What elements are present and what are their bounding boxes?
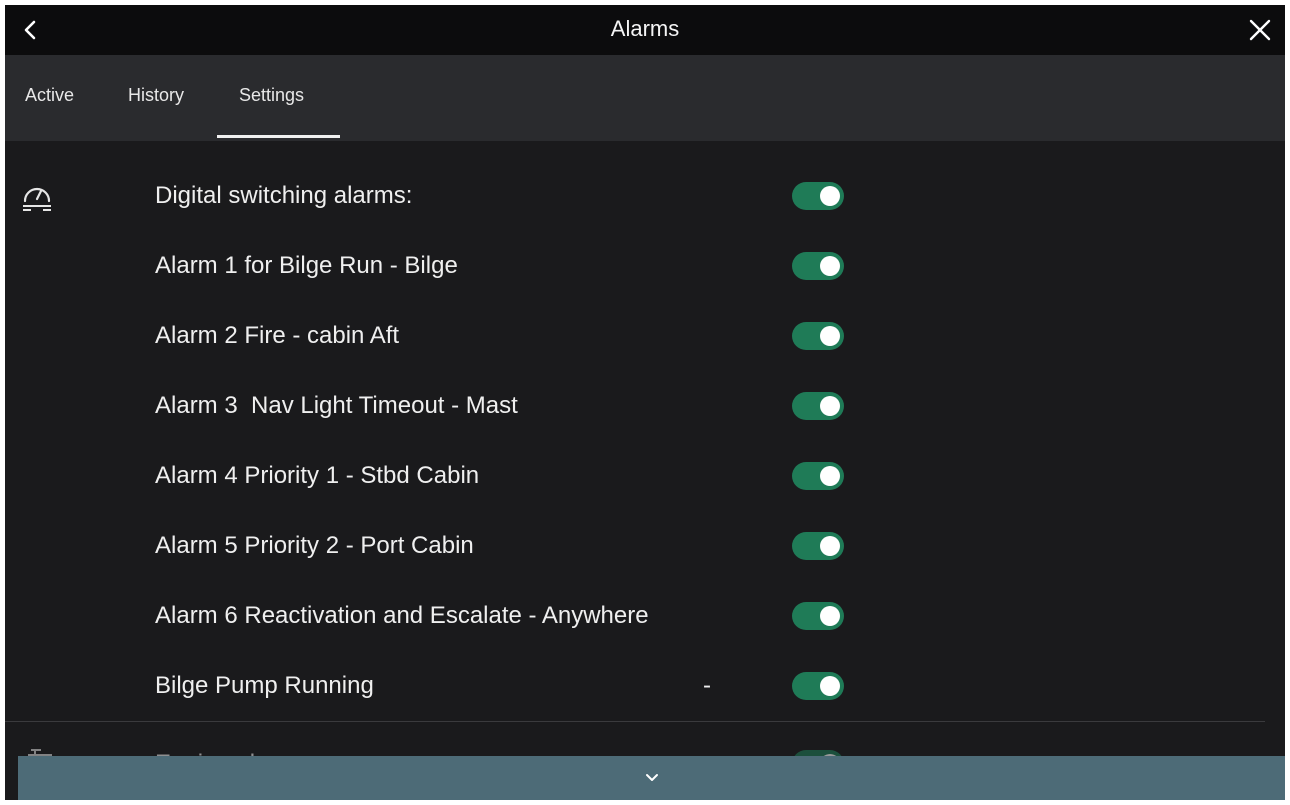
setting-row-alarm-6: Alarm 6 Reactivation and Escalate - Anyw… <box>155 591 855 641</box>
title-bar: Alarms <box>5 5 1285 55</box>
tab-bar: Active History Settings <box>5 55 1285 141</box>
close-button[interactable] <box>1243 13 1277 47</box>
row-label: Alarm 5 Priority 2 - Port Cabin <box>155 532 474 559</box>
setting-row-alarm-1: Alarm 1 for Bilge Run - Bilge <box>155 241 855 291</box>
close-icon <box>1249 19 1271 41</box>
row-label: Alarm 1 for Bilge Run - Bilge <box>155 252 458 279</box>
setting-row-alarm-5: Alarm 5 Priority 2 - Port Cabin <box>155 521 855 571</box>
tab-history[interactable]: History <box>128 85 184 106</box>
chevron-down-icon <box>645 774 658 781</box>
row-label: Alarm 3 Nav Light Timeout - Mast <box>155 392 518 419</box>
row-label: Alarm 2 Fire - cabin Aft <box>155 322 400 349</box>
toggle-knob <box>820 536 840 556</box>
setting-row-bilge-pump: Bilge Pump Running - <box>155 661 855 711</box>
toggle-knob <box>820 676 840 696</box>
digital-switching-toggle[interactable] <box>792 182 844 210</box>
selected-tab-indicator <box>217 135 340 138</box>
alarm-1-toggle[interactable] <box>792 252 844 280</box>
section-divider <box>5 721 1265 722</box>
setting-row-alarm-2: Alarm 2 Fire - cabin Aft <box>155 311 855 361</box>
page-title: Alarms <box>610 16 680 41</box>
row-label: Alarm 4 Priority 1 - Stbd Cabin <box>155 462 480 489</box>
row-label: Bilge Pump Running <box>155 672 374 699</box>
row-label: Alarm 6 Reactivation and Escalate - Anyw… <box>155 602 649 629</box>
tab-active[interactable]: Active <box>25 85 74 106</box>
alarm-6-toggle[interactable] <box>792 602 844 630</box>
settings-list: Digital switching alarms: Alarm 1 for Bi… <box>5 149 1285 800</box>
alarm-4-toggle[interactable] <box>792 462 844 490</box>
setting-row-alarm-3: Alarm 3 Nav Light Timeout - Mast <box>155 381 855 431</box>
alarm-2-toggle[interactable] <box>792 322 844 350</box>
toggle-knob <box>820 606 840 626</box>
toggle-knob <box>820 326 840 346</box>
toggle-knob <box>820 396 840 416</box>
setting-row-alarm-4: Alarm 4 Priority 1 - Stbd Cabin <box>155 451 855 501</box>
toggle-knob <box>820 466 840 486</box>
gauge-icon <box>23 187 51 211</box>
row-suffix: - <box>703 672 711 699</box>
scroll-down-button[interactable] <box>18 756 1285 800</box>
row-label: Digital switching alarms: <box>155 182 413 209</box>
alarm-5-toggle[interactable] <box>792 532 844 560</box>
toggle-knob <box>820 256 840 276</box>
alarm-3-toggle[interactable] <box>792 392 844 420</box>
tab-settings[interactable]: Settings <box>239 85 304 106</box>
toggle-knob <box>820 186 840 206</box>
app-frame: Alarms Active History Settings Digital s… <box>5 5 1285 800</box>
bilge-pump-toggle[interactable] <box>792 672 844 700</box>
setting-row-digital-switching: Digital switching alarms: <box>155 171 855 221</box>
